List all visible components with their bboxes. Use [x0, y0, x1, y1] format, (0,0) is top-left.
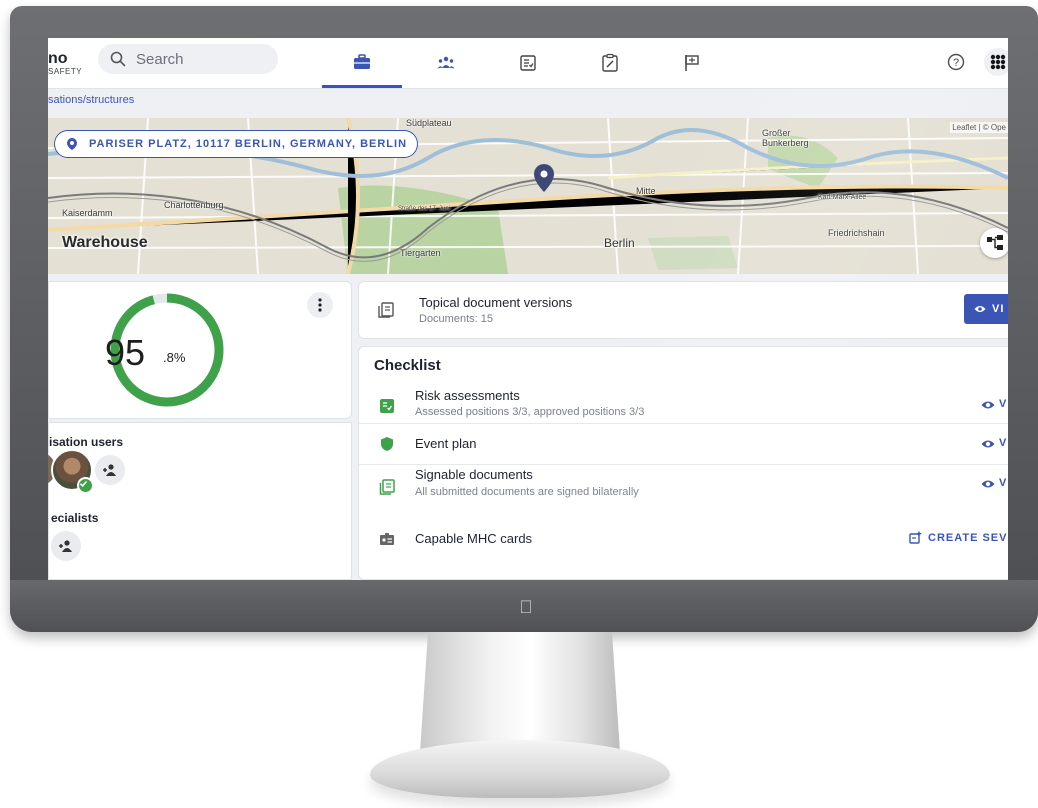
- top-navigation-bar: no SAFETY Search ?: [48, 38, 1008, 89]
- checklist-row-signable-documents[interactable]: Signable documents All submitted documen…: [359, 465, 1008, 509]
- address-text: PARISER PLATZ, 10117 BERLIN, GERMANY, BE…: [89, 138, 408, 150]
- document-versions-title: Topical document versions: [419, 295, 573, 310]
- checklist-row-title: Risk assessments: [415, 388, 520, 403]
- map-label-sudplateau: Südplateau: [406, 118, 452, 128]
- add-specialist-button[interactable]: [51, 531, 81, 561]
- score-value: 95: [105, 332, 146, 373]
- search-icon: [110, 51, 126, 67]
- structure-tree-button[interactable]: [980, 228, 1008, 258]
- people-icon: [437, 56, 455, 69]
- logo-subtitle: SAFETY: [48, 67, 83, 76]
- clipboard-edit-icon: [602, 53, 618, 72]
- app-screen: no SAFETY Search ? sations/structures PA…: [48, 38, 1008, 580]
- view-link[interactable]: V: [999, 477, 1006, 489]
- address-chip[interactable]: PARISER PLATZ, 10117 BERLIN, GERMANY, BE…: [54, 130, 419, 158]
- checklist-row-risk-assessments[interactable]: Risk assessments Assessed positions 3/3,…: [359, 385, 1008, 424]
- map-label-grosser-bunkerberg: Großer Bunkerberg: [762, 128, 809, 148]
- verified-check-icon: [77, 477, 94, 494]
- create-several-link[interactable]: CREATE SEVE: [909, 531, 1008, 544]
- view-button-label: VI: [992, 303, 1005, 315]
- map-label-strasse-17-juni: Straße des 17. Juni: [398, 206, 451, 212]
- map-location-icon: [67, 138, 77, 150]
- svg-text:?: ?: [953, 57, 959, 69]
- document-versions-card: Topical document versions Documents: 15 …: [358, 281, 1008, 339]
- checklist-title: Checklist: [374, 357, 441, 374]
- location-map[interactable]: PARISER PLATZ, 10117 BERLIN, GERMANY, BE…: [48, 118, 1008, 274]
- logo-text[interactable]: no: [48, 50, 68, 68]
- checklist-row-title: Signable documents: [415, 467, 533, 482]
- more-vertical-icon: [318, 298, 322, 312]
- search-box[interactable]: [98, 44, 278, 74]
- apps-grid-icon: [990, 54, 1006, 70]
- map-label-karl-marx-allee: Karl-Marx-Allee: [818, 194, 867, 201]
- map-attribution[interactable]: Leaflet | © Ope: [950, 122, 1008, 133]
- monitor-stand-foot: [370, 740, 670, 798]
- tab-checklists[interactable]: [488, 38, 568, 88]
- eye-icon: [974, 306, 986, 312]
- map-label-berlin: Berlin: [604, 236, 635, 250]
- map-label-kaiserdamm: Kaiserdamm: [62, 208, 113, 218]
- map-label-tiergarten: Tiergarten: [400, 248, 441, 258]
- view-link[interactable]: V: [999, 398, 1006, 410]
- tab-users[interactable]: [406, 38, 486, 88]
- organisation-users-heading: isation users: [49, 435, 124, 449]
- apple-logo-icon: : [518, 598, 534, 616]
- view-documents-button[interactable]: VI: [964, 294, 1008, 324]
- document-count: Documents: 15: [419, 313, 493, 325]
- search-input[interactable]: [134, 49, 268, 69]
- eye-icon[interactable]: [981, 477, 995, 491]
- add-user-button[interactable]: [95, 455, 125, 485]
- person-add-icon: [59, 540, 72, 552]
- specialists-heading: ecialists: [51, 511, 99, 525]
- shield-icon: [381, 437, 393, 451]
- checklist-card: Checklist Risk assessments Assessed posi…: [358, 346, 1008, 580]
- eye-icon[interactable]: [981, 437, 995, 451]
- tab-events[interactable]: [652, 38, 732, 88]
- users-card: isation users ecialists: [48, 422, 352, 580]
- checklist-row-title: Event plan: [415, 436, 477, 451]
- tab-tasks[interactable]: [570, 38, 650, 88]
- eye-icon[interactable]: [981, 398, 995, 412]
- id-card-icon: [380, 533, 394, 545]
- briefcase-icon: [354, 53, 370, 69]
- document-stack-icon: [378, 302, 394, 318]
- checklist-row-mhc-cards[interactable]: Capable MHC cards CREATE SEVE: [359, 517, 1008, 561]
- checklist-row-subtitle: Assessed positions 3/3, approved positio…: [415, 406, 645, 418]
- checklist-row-subtitle: All submitted documents are signed bilat…: [415, 486, 639, 498]
- map-label-friedrichshain: Friedrichshain: [828, 228, 885, 238]
- note-add-icon: [909, 531, 922, 544]
- score-decimal: .8%: [163, 350, 186, 365]
- location-name: Warehouse: [62, 234, 148, 251]
- breadcrumb[interactable]: sations/structures: [48, 94, 134, 106]
- score-menu-button[interactable]: [307, 292, 333, 318]
- create-several-label: CREATE SEVE: [928, 531, 1008, 544]
- map-label-mitte: Mitte: [636, 186, 656, 196]
- tab-organisations[interactable]: [322, 38, 402, 88]
- map-label-charlottenburg: Charlottenburg: [164, 200, 224, 210]
- person-add-icon: [103, 464, 116, 476]
- checklist-icon: [520, 55, 536, 71]
- monitor-stand-neck: [420, 632, 620, 752]
- help-circle-icon[interactable]: ?: [946, 52, 966, 72]
- tree-structure-icon: [987, 235, 1003, 250]
- apps-menu-button[interactable]: [984, 48, 1008, 76]
- view-link[interactable]: V: [999, 437, 1006, 449]
- flag-icon: [685, 55, 699, 71]
- document-stack-icon: [379, 479, 395, 495]
- score-card: 95 .8%: [48, 281, 352, 419]
- checklist-row-title: Capable MHC cards: [415, 531, 533, 546]
- checklist-row-event-plan[interactable]: Event plan V: [359, 424, 1008, 465]
- task-list-icon: [380, 399, 394, 413]
